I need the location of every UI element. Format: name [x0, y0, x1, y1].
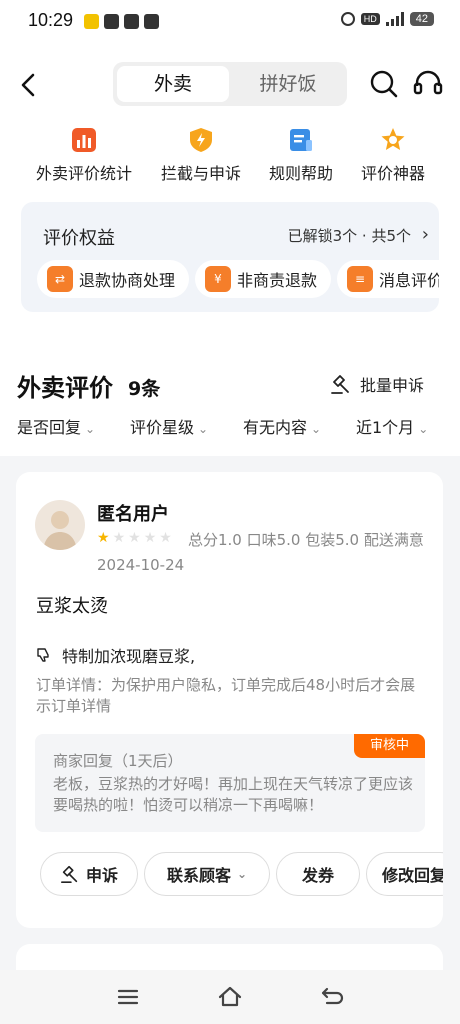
review-content: 豆浆太烫 — [36, 596, 108, 617]
customer-service-icon[interactable] — [412, 68, 444, 100]
chevron-down-icon: ⌄ — [236, 867, 248, 881]
back-arrow-icon[interactable] — [14, 70, 44, 100]
disliked-item: 特制加浓现磨豆浆, — [36, 643, 195, 667]
header-area: 10:29 HD 42 外卖 拼好饭 外卖评价统计 拦截与申诉 规则帮助 评价神… — [0, 0, 460, 456]
filter-bar: 是否回复 ⌄ 评价星级 ⌄ 有无内容 ⌄ 近1个月 ⌄ — [0, 414, 460, 444]
edit-reply-label: 修改回复 — [381, 866, 443, 885]
status-time: 10:29 — [28, 10, 74, 30]
benefit-chip-label: 非商责退款 — [237, 271, 318, 290]
message-icon: ≡ — [347, 266, 373, 292]
rules-doc-icon — [290, 129, 312, 151]
play-icon — [144, 14, 159, 29]
contact-customer-label: 联系顾客 — [166, 866, 231, 885]
batch-appeal-button[interactable]: 批量申诉 — [330, 372, 424, 396]
benefit-chip[interactable]: ≡ 消息评价 — [337, 260, 439, 298]
chevron-down-icon: ⌄ — [418, 422, 429, 436]
review-list-title: 外卖评价 — [17, 374, 113, 402]
reply-content: 老板，豆浆热的才好喝！再加上现在天气转凉了更应该要喝热的啦！怕烫可以稍凉一下再喝… — [53, 775, 414, 814]
reviewer-name: 匿名用户 — [97, 504, 169, 525]
benefit-chip[interactable]: ¥ 非商责退款 — [195, 260, 332, 298]
chevron-down-icon: ⌄ — [198, 422, 209, 436]
coupon-icon: ¥ — [205, 266, 231, 292]
avatar — [35, 500, 85, 550]
chevron-down-icon: ⌄ — [85, 422, 96, 436]
chart-icon — [72, 128, 96, 152]
review-date: 2024-10-24 — [97, 556, 185, 574]
edit-reply-button[interactable]: 修改回复 — [366, 852, 443, 896]
home-icon[interactable] — [217, 984, 243, 1010]
signal-icon — [385, 12, 404, 26]
notification-app-icon — [84, 14, 99, 29]
hd-badge: HD — [360, 13, 380, 25]
hammer-icon — [331, 375, 349, 394]
reply-header: 商家回复（1天后） — [53, 752, 183, 770]
issue-coupon-button[interactable]: 发券 — [276, 852, 360, 896]
batch-appeal-label: 批量申诉 — [360, 376, 425, 395]
status-right: HD 42 — [340, 12, 434, 26]
contact-customer-button[interactable]: 联系顾客 ⌄ — [144, 852, 270, 896]
filter-date-range[interactable]: 近1个月 ⌄ — [356, 414, 428, 438]
system-nav-bar — [0, 970, 460, 1024]
benefits-status: 已解锁3个 · 共5个 — [287, 227, 411, 245]
chevron-down-icon: ⌄ — [311, 422, 322, 436]
search-icon[interactable] — [368, 68, 400, 100]
filter-star-level[interactable]: 评价星级 ⌄ — [130, 414, 208, 438]
alarm-icon — [340, 12, 355, 26]
benefit-chip-label: 消息评价 — [379, 271, 439, 290]
menu-icon[interactable] — [115, 984, 141, 1010]
shield-bolt-icon — [190, 128, 212, 152]
star-rating: ★ ★ ★ ★ ★ — [97, 530, 172, 546]
notification-app-icon — [104, 14, 119, 29]
star-badge-icon — [381, 128, 405, 150]
star-empty-icon: ★ — [159, 530, 172, 546]
review-benefits-card[interactable]: 评价权益 已解锁3个 · 共5个 › ⇄ 退款协商处理 ¥ 非商责退款 ≡ 消息… — [21, 202, 439, 312]
thumbs-down-icon — [37, 648, 49, 662]
tool-shortcuts: 外卖评价统计 拦截与申诉 规则帮助 评价神器 — [0, 126, 460, 186]
benefit-chip-label: 退款协商处理 — [79, 271, 176, 290]
star-empty-icon: ★ — [128, 530, 141, 546]
user-avatar-icon — [43, 511, 77, 550]
back-icon[interactable] — [319, 984, 345, 1010]
tool-review-helper[interactable]: 评价神器 — [333, 126, 453, 184]
order-detail-note: 订单详情：为保护用户隐私，订单完成后48小时后才会展示订单详情 — [36, 676, 416, 715]
merchant-reply: 商家回复（1天后） 老板，豆浆热的才好喝！再加上现在天气转凉了更应该要喝热的啦！… — [35, 734, 425, 832]
filter-label: 近1个月 — [356, 418, 415, 437]
benefit-chip[interactable]: ⇄ 退款协商处理 — [37, 260, 190, 298]
tab-waimai[interactable]: 外卖 — [117, 66, 229, 102]
chevron-right-icon: › — [421, 224, 429, 245]
issue-coupon-label: 发券 — [301, 866, 334, 885]
nav-bar: 外卖 拼好饭 — [0, 60, 460, 110]
refund-icon: ⇄ — [47, 266, 73, 292]
status-bar: 10:29 HD 42 — [0, 0, 460, 44]
review-scores: 总分1.0 口味5.0 包装5.0 配送满意 — [188, 531, 424, 549]
tool-label: 拦截与申诉 — [160, 164, 241, 183]
star-empty-icon: ★ — [143, 530, 157, 546]
tool-label: 规则帮助 — [268, 164, 333, 183]
review-card: 匿名用户 ★ ★ ★ ★ ★ 总分1.0 口味5.0 包装5.0 配送满意 2024-1… — [16, 472, 443, 928]
star-filled-icon: ★ — [97, 530, 110, 546]
mail-icon — [124, 14, 139, 29]
tool-label: 外卖评价统计 — [35, 164, 132, 183]
segment-control: 外卖 拼好饭 — [113, 62, 347, 106]
review-count: 9条 — [128, 378, 161, 400]
appeal-label: 申诉 — [85, 866, 118, 885]
benefits-title: 评价权益 — [43, 228, 115, 249]
filter-label: 评价星级 — [130, 418, 195, 437]
status-badge: 审核中 — [354, 734, 425, 758]
filter-label: 有无内容 — [243, 418, 308, 437]
battery-icon: 42 — [409, 12, 434, 26]
tool-review-stats[interactable]: 外卖评价统计 — [24, 126, 144, 184]
filter-label: 是否回复 — [17, 418, 82, 437]
hammer-icon — [60, 865, 78, 883]
review-actions: 申诉 联系顾客 ⌄ 发券 修改回复 — [40, 852, 443, 898]
filter-has-content[interactable]: 有无内容 ⌄ — [243, 414, 321, 438]
appeal-button[interactable]: 申诉 — [40, 852, 138, 896]
disliked-item-label: 特制加浓现磨豆浆, — [62, 647, 196, 666]
filter-reply-status[interactable]: 是否回复 ⌄ — [17, 414, 95, 438]
star-empty-icon: ★ — [112, 530, 126, 546]
tool-label: 评价神器 — [360, 164, 425, 183]
tab-pinhaofan[interactable]: 拼好饭 — [233, 66, 343, 102]
